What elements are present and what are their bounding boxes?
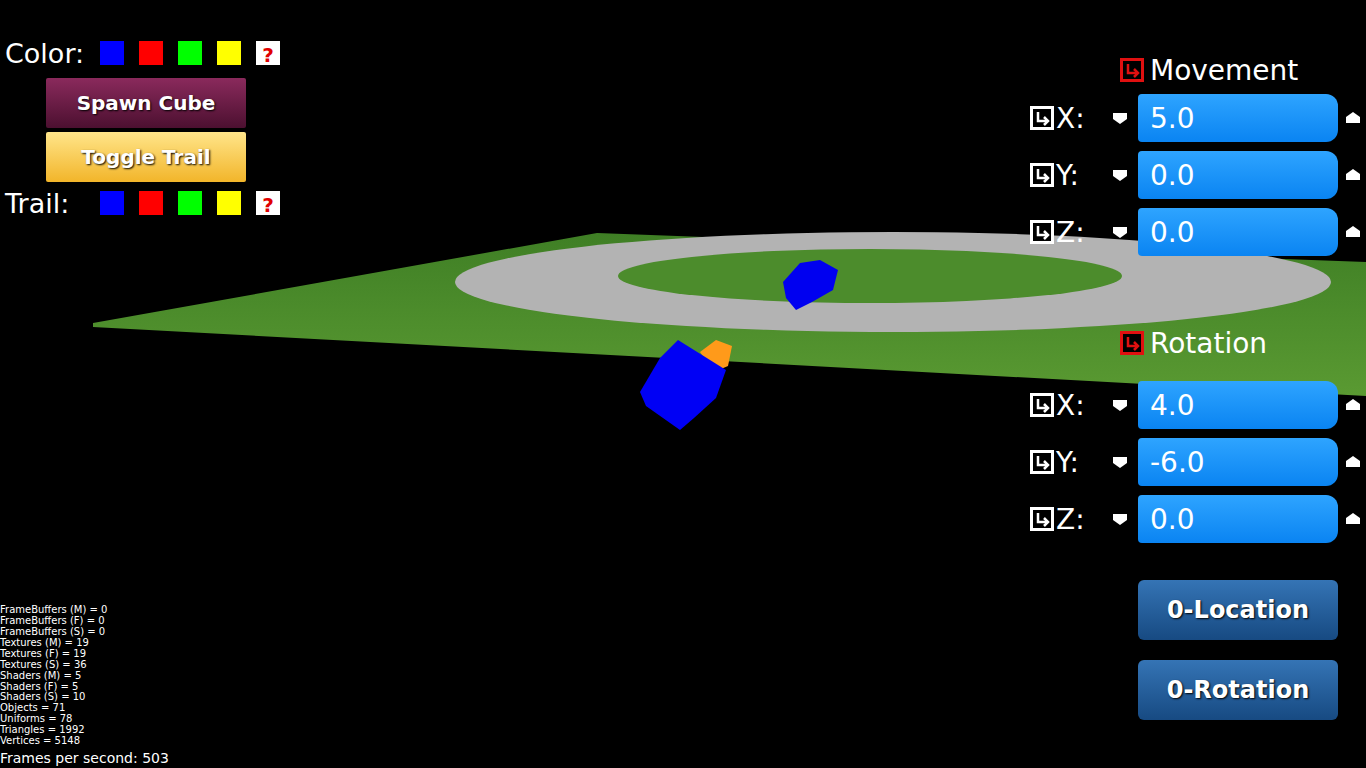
demo-screen: Color:? Spawn CubeToggle Trail Trail:? Fram… <box>0 0 1366 768</box>
axis-row: Z: 0.0 <box>1030 495 1361 543</box>
random-swatch[interactable]: ? <box>256 41 280 65</box>
decrease-arrow-icon[interactable] <box>1112 511 1128 527</box>
section-header[interactable]: Movement <box>1030 52 1361 88</box>
axis-row: X: 5.0 <box>1030 94 1361 142</box>
axis-label: Z: <box>1056 503 1108 536</box>
axis-rows: X: 5.0 Y: 0.0 Z: 0.0 <box>1030 94 1361 256</box>
reset-axis-icon[interactable] <box>1030 106 1054 130</box>
axis-label: Y: <box>1056 159 1108 192</box>
toggle-trail-button[interactable]: Toggle Trail <box>46 132 246 182</box>
collapse-icon[interactable] <box>1120 331 1144 355</box>
stat-line: Uniforms = 78 <box>0 714 320 725</box>
stat-line: FrameBuffers (M) = 0 <box>0 605 320 616</box>
increase-arrow-icon[interactable] <box>1345 511 1361 527</box>
reset-axis-icon[interactable] <box>1030 450 1054 474</box>
color-swatch[interactable] <box>139 41 163 65</box>
reset-axis-icon[interactable] <box>1030 507 1054 531</box>
axis-label: Y: <box>1056 446 1108 479</box>
color-swatch[interactable] <box>178 41 202 65</box>
axis-row: Y: -6.0 <box>1030 438 1361 486</box>
spawn-controls: Color:? Spawn CubeToggle Trail Trail:? <box>0 0 320 220</box>
spawn-cube-button[interactable]: Spawn Cube <box>46 78 246 128</box>
axis-label: Z: <box>1056 216 1108 249</box>
color-swatch[interactable] <box>217 41 241 65</box>
color-swatch[interactable] <box>100 41 124 65</box>
reset-axis-icon[interactable] <box>1030 163 1054 187</box>
axis-rows: X: 4.0 Y: -6.0 Z: 0.0 <box>1030 381 1361 543</box>
axis-row: Z: 0.0 <box>1030 208 1361 256</box>
decrease-arrow-icon[interactable] <box>1112 110 1128 126</box>
stat-line: Objects = 71 <box>0 703 320 714</box>
value-field[interactable]: -6.0 <box>1138 438 1338 486</box>
action-buttons: Spawn CubeToggle Trail <box>46 78 320 182</box>
reset-axis-icon[interactable] <box>1030 220 1054 244</box>
random-swatch[interactable]: ? <box>256 191 280 215</box>
section-title: Rotation <box>1150 327 1267 360</box>
picker-label: Color: <box>5 38 100 69</box>
stat-line: Triangles = 1992 <box>0 725 320 736</box>
stat-line: Shaders (S) = 10 <box>0 692 320 703</box>
stat-line: Vertices = 5148 <box>0 736 320 747</box>
collapse-icon[interactable] <box>1120 58 1144 82</box>
color-picker: Color:? <box>5 36 320 70</box>
left-panel: Color:? Spawn CubeToggle Trail Trail:? Fram… <box>0 0 320 768</box>
swatch-list: ? <box>100 41 280 65</box>
axis-row: X: 4.0 <box>1030 381 1361 429</box>
stats-overlay: FrameBuffers (M) = 0FrameBuffers (F) = 0… <box>0 605 320 768</box>
color-swatch[interactable] <box>178 191 202 215</box>
value-field[interactable]: 0.0 <box>1138 151 1338 199</box>
axis-label: X: <box>1056 102 1108 135</box>
increase-arrow-icon[interactable] <box>1345 110 1361 126</box>
reset-axis-icon[interactable] <box>1030 393 1054 417</box>
stat-line: FrameBuffers (F) = 0 <box>0 616 320 627</box>
stat-line: Shaders (M) = 5 <box>0 671 320 682</box>
decrease-arrow-icon[interactable] <box>1112 454 1128 470</box>
transform-panel: Movement X: 5.0 Y: 0.0 Z: 0.0 Rotation X: 4.0 Y: -6… <box>1030 0 1366 768</box>
value-field[interactable]: 0.0 <box>1138 495 1338 543</box>
reset-button[interactable]: 0-Location <box>1138 580 1338 640</box>
stat-line: Textures (F) = 19 <box>0 649 320 660</box>
value-field[interactable]: 0.0 <box>1138 208 1338 256</box>
value-field[interactable]: 4.0 <box>1138 381 1338 429</box>
color-swatch[interactable] <box>217 191 241 215</box>
ground-plane <box>93 233 1366 396</box>
picker-label: Trail: <box>5 188 100 219</box>
color-swatch[interactable] <box>139 191 163 215</box>
swatch-list: ? <box>100 191 280 215</box>
increase-arrow-icon[interactable] <box>1345 397 1361 413</box>
transform-section: Movement X: 5.0 Y: 0.0 Z: 0.0 <box>1030 52 1361 256</box>
stat-line: Shaders (F) = 5 <box>0 682 320 693</box>
far-cube <box>783 260 838 310</box>
fps-counter: Frames per second: 503 <box>0 749 320 767</box>
section-title: Movement <box>1150 54 1298 87</box>
stat-line: Textures (S) = 36 <box>0 660 320 671</box>
decrease-arrow-icon[interactable] <box>1112 224 1128 240</box>
value-field[interactable]: 5.0 <box>1138 94 1338 142</box>
stat-line: Textures (M) = 19 <box>0 638 320 649</box>
decrease-arrow-icon[interactable] <box>1112 397 1128 413</box>
near-cube <box>640 340 726 430</box>
track-inner <box>618 249 1122 303</box>
transform-section: Rotation X: 4.0 Y: -6.0 Z: 0.0 <box>1030 325 1361 543</box>
reset-buttons: 0-Location 0-Rotation <box>1138 580 1361 720</box>
axis-label: X: <box>1056 389 1108 422</box>
stat-line: FrameBuffers (S) = 0 <box>0 627 320 638</box>
reset-button[interactable]: 0-Rotation <box>1138 660 1338 720</box>
color-swatch[interactable] <box>100 191 124 215</box>
increase-arrow-icon[interactable] <box>1345 224 1361 240</box>
increase-arrow-icon[interactable] <box>1345 454 1361 470</box>
color-picker: Trail:? <box>5 186 320 220</box>
section-header[interactable]: Rotation <box>1030 325 1361 361</box>
axis-row: Y: 0.0 <box>1030 151 1361 199</box>
increase-arrow-icon[interactable] <box>1345 167 1361 183</box>
decrease-arrow-icon[interactable] <box>1112 167 1128 183</box>
